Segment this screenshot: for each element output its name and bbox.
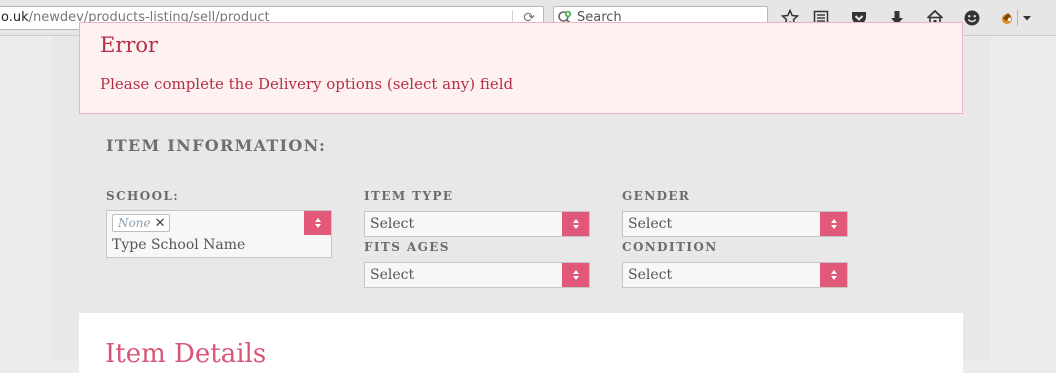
- toolbar-separator: [1017, 10, 1018, 26]
- fits-ages-label: FITS AGES: [364, 240, 450, 254]
- school-select[interactable]: None ✕ Type School Name: [106, 210, 332, 258]
- error-alert: Error Please complete the Delivery optio…: [79, 22, 963, 114]
- chevron-down-icon[interactable]: [1020, 8, 1034, 28]
- item-type-value: Select: [370, 216, 415, 232]
- url-host: o.uk: [1, 10, 29, 25]
- item-information-heading: ITEM INFORMATION:: [106, 136, 327, 155]
- condition-label: CONDITION: [622, 240, 718, 254]
- fits-ages-arrow-icon[interactable]: [562, 263, 589, 287]
- emoji-icon[interactable]: [962, 8, 982, 28]
- gender-arrow-icon[interactable]: [820, 212, 847, 236]
- extension-icon[interactable]: [998, 8, 1018, 28]
- gender-select[interactable]: Select: [622, 211, 848, 237]
- item-type-label: ITEM TYPE: [364, 189, 454, 203]
- condition-select[interactable]: Select: [622, 262, 848, 288]
- item-details-card: Item Details: [79, 313, 963, 373]
- error-title: Error: [100, 33, 159, 57]
- error-message: Please complete the Delivery options (se…: [100, 75, 514, 93]
- school-chip[interactable]: None ✕: [112, 214, 171, 232]
- item-details-heading: Item Details: [105, 339, 267, 369]
- gender-value: Select: [628, 216, 673, 232]
- school-dropdown-arrow-icon[interactable]: [304, 211, 331, 235]
- school-chip-label: None: [118, 216, 151, 230]
- condition-value: Select: [628, 267, 673, 283]
- fits-ages-select[interactable]: Select: [364, 262, 590, 288]
- item-type-arrow-icon[interactable]: [562, 212, 589, 236]
- gender-label: GENDER: [622, 189, 691, 203]
- school-search-input[interactable]: Type School Name: [112, 237, 245, 253]
- school-label: SCHOOL:: [106, 189, 180, 203]
- remove-chip-icon[interactable]: ✕: [155, 217, 166, 230]
- fits-ages-value: Select: [370, 267, 415, 283]
- item-type-select[interactable]: Select: [364, 211, 590, 237]
- condition-arrow-icon[interactable]: [820, 263, 847, 287]
